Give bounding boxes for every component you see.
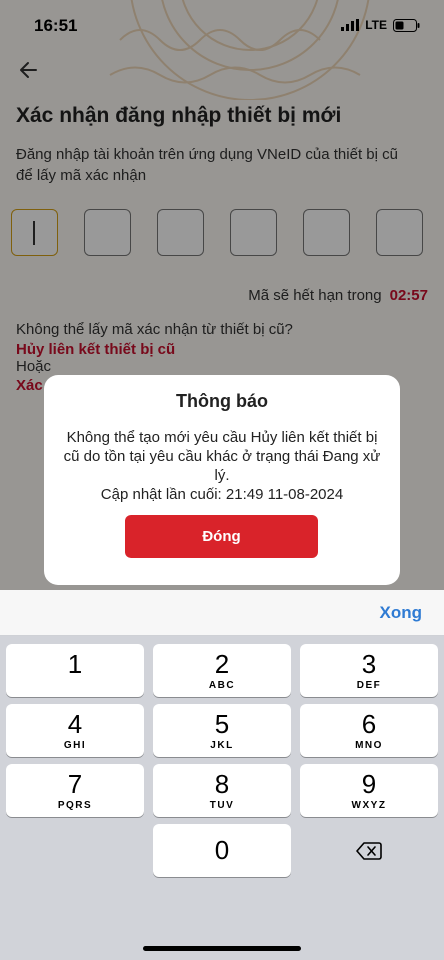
key-0[interactable]: 0 — [153, 824, 291, 877]
key-8[interactable]: 8 TUV — [153, 764, 291, 817]
dialog-message: Không thể tạo mới yêu cầu Hủy liên kết t… — [58, 428, 386, 504]
key-digit: 8 — [214, 769, 230, 799]
key-digit: 0 — [214, 835, 230, 865]
key-letters: TUV — [209, 800, 235, 811]
key-5[interactable]: 5 JKL — [153, 704, 291, 757]
key-digit: 7 — [67, 769, 83, 799]
key-7[interactable]: 7 PQRS — [6, 764, 144, 817]
key-letters: DEF — [356, 680, 382, 691]
home-indicator — [143, 946, 301, 951]
backspace-icon — [356, 841, 382, 860]
key-2[interactable]: 2 ABC — [153, 644, 291, 697]
dialog-message-text: Không thể tạo mới yêu cầu Hủy liên kết t… — [63, 429, 381, 484]
key-letters: GHI — [63, 740, 87, 751]
key-letters: JKL — [210, 740, 234, 751]
notification-dialog: Thông báo Không thể tạo mới yêu cầu Hủy … — [44, 375, 400, 585]
key-digit: 2 — [214, 649, 230, 679]
key-6[interactable]: 6 MNO — [300, 704, 438, 757]
key-digit: 5 — [214, 709, 230, 739]
key-digit: 9 — [361, 769, 377, 799]
numeric-keypad: 1 2 ABC 3 DEF 4 GHI 5 JKL 6 MNO 7 PQRS 8… — [0, 636, 444, 960]
key-letters: WXYZ — [351, 800, 387, 811]
dialog-updated-text: Cập nhật lần cuối: 21:49 11-08-2024 — [100, 486, 344, 503]
key-4[interactable]: 4 GHI — [6, 704, 144, 757]
keyboard-accessory-bar: Xong — [0, 590, 444, 636]
key-letters: ABC — [208, 680, 236, 691]
key-digit: 3 — [361, 649, 377, 679]
key-letters: PQRS — [57, 800, 93, 811]
key-letters: MNO — [355, 740, 383, 751]
dialog-title: Thông báo — [176, 391, 268, 411]
key-9[interactable]: 9 WXYZ — [300, 764, 438, 817]
backspace-key[interactable] — [300, 824, 438, 877]
key-digit: 6 — [361, 709, 377, 739]
app-screen: 16:51 LTE Xác nhận đăng nhập thiết bị mớ… — [0, 0, 444, 590]
key-3[interactable]: 3 DEF — [300, 644, 438, 697]
close-button[interactable]: Đóng — [125, 515, 318, 558]
key-digit: 4 — [67, 709, 83, 739]
done-button[interactable]: Xong — [380, 603, 423, 623]
key-1[interactable]: 1 — [6, 644, 144, 697]
key-digit: 1 — [67, 649, 83, 679]
